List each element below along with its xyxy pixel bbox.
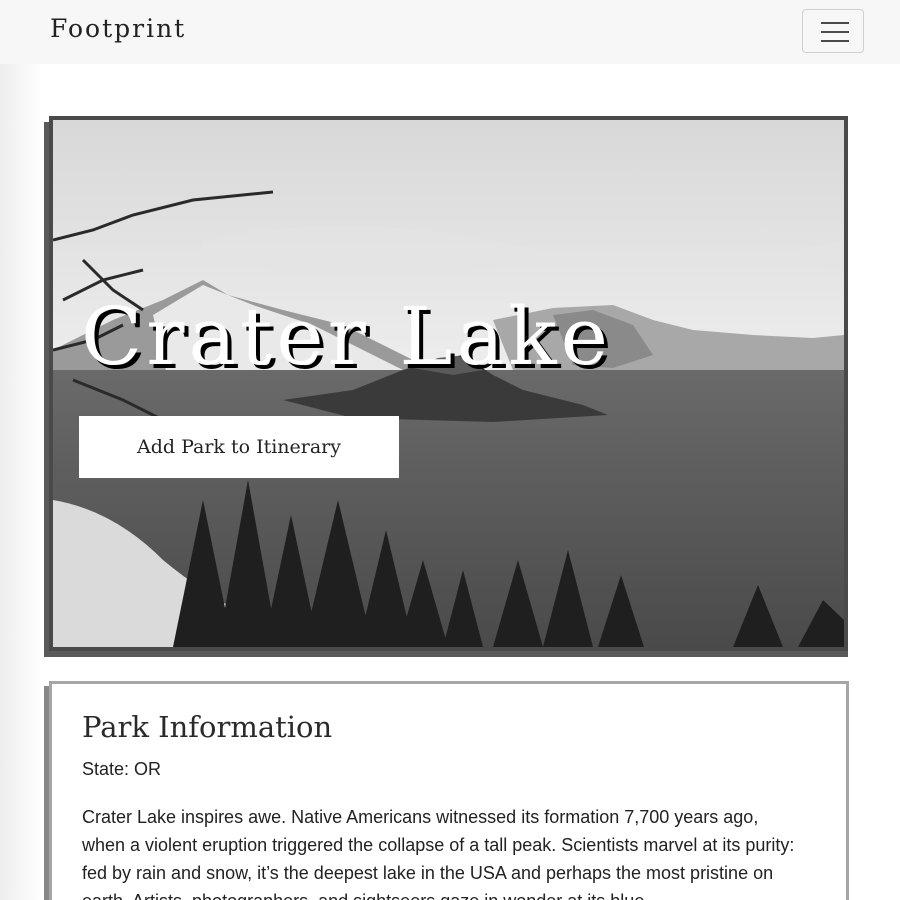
- add-to-itinerary-button[interactable]: Add Park to Itinerary: [79, 416, 399, 478]
- park-description: Crater Lake inspires awe. Native America…: [82, 807, 795, 900]
- brand-logo[interactable]: Footprint: [50, 14, 186, 43]
- hero-photo: [53, 120, 844, 647]
- state-label: State:: [82, 759, 130, 779]
- hero-card: Crater Lake Add Park to Itinerary: [49, 116, 848, 651]
- park-info-heading: Park Information: [82, 710, 333, 744]
- state-value: OR: [134, 759, 162, 779]
- park-info-card: Park Information State: OR Crater Lake in…: [49, 681, 849, 900]
- navbar: Footprint: [0, 0, 900, 64]
- park-title: Crater Lake: [81, 290, 612, 383]
- park-state: State: OR: [82, 759, 161, 780]
- menu-toggle-button[interactable]: [802, 9, 864, 53]
- page-background: [0, 0, 44, 900]
